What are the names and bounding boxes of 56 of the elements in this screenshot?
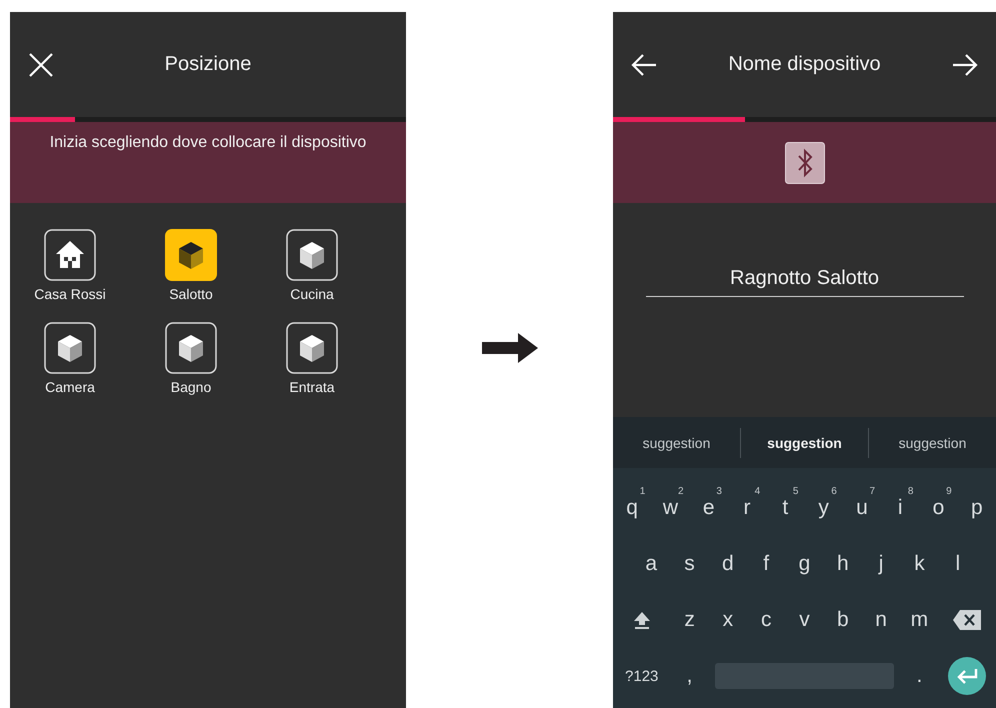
letter-key[interactable]: v [785,596,824,644]
room-button[interactable]: Entrata [286,322,338,395]
letter-key[interactable]: 1 q [613,484,652,532]
cube-icon [165,229,217,281]
letter-key[interactable]: m [900,596,939,644]
letter-key[interactable]: x [708,596,748,644]
shift-icon [632,610,652,630]
cube-icon [165,322,217,374]
letter-key[interactable]: l [938,540,977,588]
room-button[interactable]: Casa Rossi [34,229,106,302]
letter-key[interactable]: 2 w [651,484,690,532]
room-button[interactable]: Bagno [165,322,217,395]
letter-key[interactable]: k [900,540,939,588]
letter-key[interactable]: d [708,540,747,588]
bluetooth-icon [784,142,824,184]
room-button[interactable]: Salotto [165,229,217,302]
letter-key[interactable]: . [900,652,939,700]
letter-key[interactable]: c [747,596,786,644]
letter-key[interactable]: 9 o [919,484,958,532]
letter-key[interactable]: a [632,540,670,588]
device-name-field[interactable]: Ragnotto Salotto [646,265,964,297]
forward-arrow-icon[interactable] [952,54,978,76]
letter-key[interactable]: n [862,596,900,644]
letter-key[interactable]: z [670,596,709,644]
symbols-key[interactable]: ?123 [613,652,670,700]
letter-key[interactable]: 6 y [804,484,843,532]
suggestion-button[interactable]: suggestion [869,434,996,452]
cube-icon [286,229,338,281]
suggestion-button[interactable]: suggestion [613,434,740,452]
house-icon [44,229,96,281]
letter-key[interactable]: , [670,652,709,700]
screen-title: Posizione [164,53,252,76]
cube-icon [286,322,338,374]
right-arrow-icon [482,333,538,363]
enter-icon [956,668,978,684]
room-button[interactable]: Cucina [286,229,338,302]
letter-key[interactable]: h [824,540,862,588]
letter-key[interactable]: 4 r [728,484,766,532]
letter-key[interactable]: 5 t [766,484,804,532]
backspace-icon [953,610,982,630]
letter-key[interactable]: f [746,540,786,588]
close-icon[interactable] [28,52,54,78]
letter-key[interactable]: 8 i [881,484,920,532]
letter-key[interactable]: 7 u [842,484,882,532]
letter-key[interactable]: 3 e [690,484,728,532]
screen-title: Nome dispositivo [728,53,881,76]
room-button[interactable]: Camera [44,322,96,395]
suggestion-button[interactable]: suggestion [741,434,868,452]
back-arrow-icon[interactable] [631,54,657,76]
cube-icon [44,322,96,374]
instruction-text: Inizia scegliendo dove collocare il dispositivo [50,134,366,153]
letter-key[interactable]: g [785,540,824,588]
letter-key[interactable]: s [670,540,709,588]
letter-key[interactable]: j [862,540,900,588]
letter-key[interactable]: b [824,596,862,644]
letter-key[interactable]: p [958,484,996,532]
